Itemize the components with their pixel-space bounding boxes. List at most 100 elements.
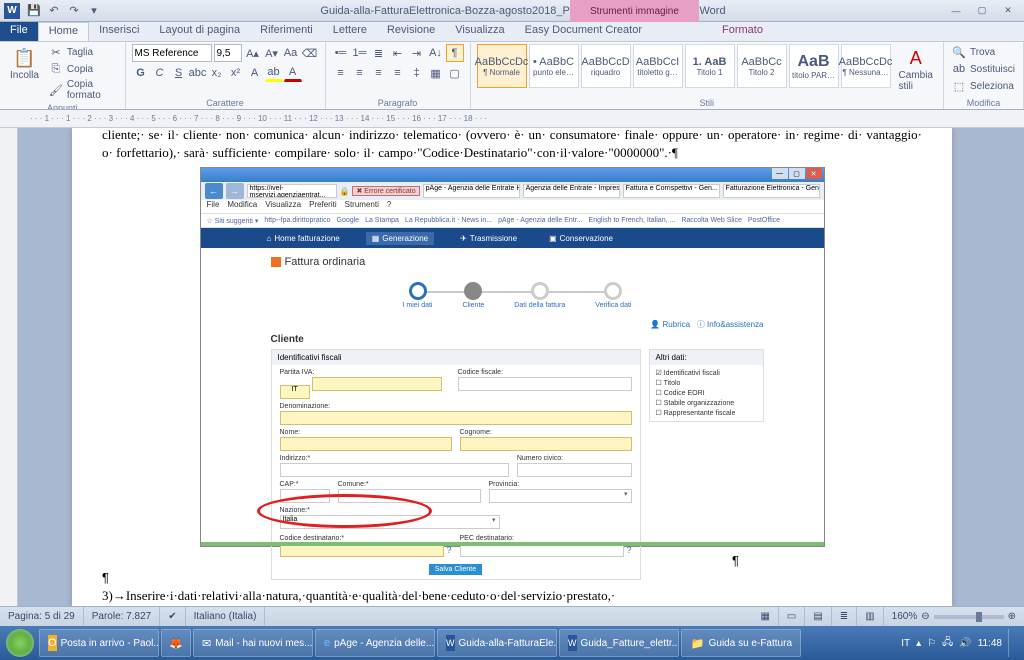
tab-riferimenti[interactable]: Riferimenti [250, 22, 323, 41]
input-nazione: Italia [280, 515, 500, 529]
task-word-2[interactable]: WGuida_Fatture_elettr... [559, 629, 679, 657]
vertical-ruler[interactable] [0, 128, 18, 606]
change-styles-button[interactable]: A Cambia stili [895, 44, 937, 94]
style-titolo1[interactable]: 1. AaBTitolo 1 [685, 44, 735, 88]
doc-paragraph-1: cliente;· se· il· cliente· non· comunica… [102, 128, 922, 161]
superscript-button[interactable]: x² [227, 64, 245, 82]
style-punto-ele[interactable]: • AaBbCpunto ele… [529, 44, 579, 88]
indent-button[interactable]: ⇥ [408, 44, 426, 62]
qat-save-icon[interactable]: 💾 [26, 3, 42, 19]
tray-show-hidden-icon[interactable]: ▴ [916, 638, 921, 649]
justify-button[interactable]: ≡ [389, 64, 407, 82]
show-marks-button[interactable]: ¶ [446, 44, 464, 62]
strike-button[interactable]: abc [189, 64, 207, 82]
select-button[interactable]: ⬚Seleziona [950, 78, 1017, 94]
bullets-button[interactable]: •═ [332, 44, 350, 62]
status-page[interactable]: Pagina: 5 di 29 [0, 607, 84, 626]
find-button[interactable]: 🔍Trova [950, 44, 1017, 60]
numbering-button[interactable]: 1═ [351, 44, 369, 62]
start-button[interactable] [2, 628, 38, 658]
tray-lang[interactable]: IT [901, 638, 910, 649]
task-ie[interactable]: epAge - Agenzia delle... [315, 629, 435, 657]
label-comune: Comune:* [338, 481, 481, 488]
cut-button[interactable]: ✂Taglia [47, 44, 119, 60]
text-effects-button[interactable]: A [246, 64, 264, 82]
status-language[interactable]: Italiano (Italia) [186, 607, 266, 626]
shading-button[interactable]: ▦ [427, 64, 445, 82]
font-size-combo[interactable] [214, 44, 242, 62]
tray-network-icon[interactable]: 🖧 [942, 635, 953, 652]
bold-button[interactable]: G [132, 64, 150, 82]
paste-button[interactable]: 📋 Incolla [6, 44, 43, 83]
ie-url: https://ivel-mservizi.agenziaentrat... [247, 184, 337, 198]
grow-font-button[interactable]: A▴ [244, 44, 262, 62]
highlight-button[interactable]: ab [265, 64, 283, 82]
font-color-button[interactable]: A [284, 64, 302, 82]
task-mail[interactable]: ✉Mail - hai nuovi mes... [193, 629, 313, 657]
tray-volume-icon[interactable]: 🔊 [959, 638, 971, 649]
style-nessuna[interactable]: AaBbCcDc¶ Nessuna… [841, 44, 891, 88]
document-page[interactable]: cliente;· se· il· cliente· non· comunica… [72, 128, 952, 606]
zoom-slider[interactable] [934, 615, 1004, 619]
font-name-combo[interactable] [132, 44, 212, 62]
sort-button[interactable]: A↓ [427, 44, 445, 62]
replace-button[interactable]: abSostituisci [950, 61, 1017, 77]
zoom-in-button[interactable]: ⊕ [1008, 611, 1016, 622]
clear-format-button[interactable]: ⌫ [301, 44, 319, 62]
tab-revisione[interactable]: Revisione [377, 22, 445, 41]
qat-redo-icon[interactable]: ↷ [66, 3, 82, 19]
tab-inserisci[interactable]: Inserisci [89, 22, 149, 41]
status-words[interactable]: Parole: 7.827 [84, 607, 161, 626]
view-web-button[interactable]: ▤ [805, 607, 831, 626]
task-outlook[interactable]: OPosta in arrivo - Paol... [39, 629, 159, 657]
horizontal-ruler[interactable]: · · · 1 · · · 1 · · · 2 · · · 3 · · · 4 … [0, 110, 1024, 128]
tab-lettere[interactable]: Lettere [323, 22, 377, 41]
outdent-button[interactable]: ⇤ [389, 44, 407, 62]
italic-button[interactable]: C [151, 64, 169, 82]
change-case-button[interactable]: Aa [282, 44, 300, 62]
zoom-out-button[interactable]: ⊖ [921, 611, 929, 622]
view-draft-button[interactable]: ▥ [857, 607, 883, 626]
line-spacing-button[interactable]: ‡ [408, 64, 426, 82]
view-print-layout-button[interactable]: ▦ [752, 607, 778, 626]
align-center-button[interactable]: ≡ [351, 64, 369, 82]
tab-formato[interactable]: Formato [712, 22, 773, 41]
format-painter-button[interactable]: 🖌Copia formato [47, 78, 119, 102]
align-left-button[interactable]: ≡ [332, 64, 350, 82]
label-cf: Codice fiscale: [458, 369, 632, 376]
style-riquadro[interactable]: AaBbCcDriquadro [581, 44, 631, 88]
copy-button[interactable]: ⎘Copia [47, 61, 119, 77]
tray-clock[interactable]: 11:48 [978, 638, 1002, 649]
task-word-1[interactable]: WGuida-alla-FatturaEle... [437, 629, 557, 657]
zoom-value[interactable]: 160% [892, 611, 918, 622]
style-normale[interactable]: AaBbCcDc¶ Normale [477, 44, 527, 88]
qat-undo-icon[interactable]: ↶ [46, 3, 62, 19]
view-fullscreen-button[interactable]: ▭ [779, 607, 805, 626]
show-desktop-button[interactable] [1008, 629, 1016, 657]
maximize-button[interactable]: ▢ [970, 4, 994, 18]
status-proofing-icon[interactable]: ✔ [160, 607, 185, 626]
ie-min-icon: — [772, 168, 788, 179]
qat-dropdown-icon[interactable]: ▾ [86, 3, 102, 19]
style-titolo-par[interactable]: AaBtitolo PAR… [789, 44, 839, 88]
style-titolo2[interactable]: AaBbCcTitolo 2 [737, 44, 787, 88]
minimize-button[interactable]: — [944, 4, 968, 18]
tab-visualizza[interactable]: Visualizza [445, 22, 514, 41]
tab-home[interactable]: Home [38, 22, 89, 41]
tab-layout[interactable]: Layout di pagina [149, 22, 250, 41]
view-outline-button[interactable]: ≣ [832, 607, 857, 626]
borders-button[interactable]: ▢ [446, 64, 464, 82]
task-folder[interactable]: 📁Guida su e-Fattura [681, 629, 801, 657]
embedded-image[interactable]: — ▢ ✕ ← → https://ivel-mservizi.agenziae… [200, 167, 825, 547]
multilevel-button[interactable]: ≣ [370, 44, 388, 62]
task-firefox[interactable]: 🦊 [161, 629, 191, 657]
tab-file[interactable]: File [0, 22, 38, 41]
tab-easy[interactable]: Easy Document Creator [515, 22, 652, 41]
style-titoletto[interactable]: AaBbCcItitoletto g… [633, 44, 683, 88]
close-button[interactable]: ✕ [996, 4, 1020, 18]
align-right-button[interactable]: ≡ [370, 64, 388, 82]
subscript-button[interactable]: x₂ [208, 64, 226, 82]
tray-flag-icon[interactable]: ⚐ [927, 638, 936, 649]
underline-button[interactable]: S [170, 64, 188, 82]
shrink-font-button[interactable]: A▾ [263, 44, 281, 62]
